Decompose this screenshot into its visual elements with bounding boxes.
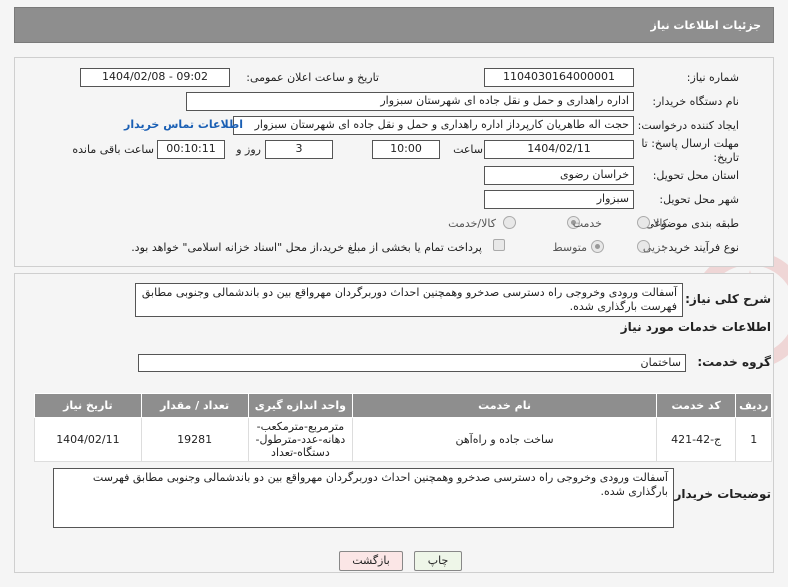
cell-index: 1 [735,417,772,462]
table-row: 1 ج-42-421 ساخت جاده و راه‌آهن مترمربع-م… [34,417,772,462]
col-date: تاریخ نیاز [34,393,142,418]
province-field: خراسان رضوی [484,166,634,185]
summary-label: شرح کلی نیاز: [685,292,771,306]
page-title: جزئیات اطلاعات نیاز [650,19,762,32]
buyer-org-field: اداره راهداری و حمل و نقل جاده ای شهرستا… [186,92,634,111]
col-qty: تعداد / مقدار [140,393,249,418]
days-label: روز و [236,143,261,156]
category-radio-goods[interactable] [637,216,650,229]
need-number-field: 1104030164000001 [484,68,634,87]
col-index: ردیف [735,393,772,418]
announce-date-field: 1404/02/08 - 09:02 [80,68,230,87]
category-radio-goods-service[interactable] [503,216,516,229]
col-code: کد خدمت [655,393,737,418]
deadline-label-date: تاریخ: [713,151,739,164]
need-info-panel [14,57,774,267]
services-section-title: اطلاعات خدمات مورد نیاز [620,320,771,334]
category-option-goods: کالا [653,217,668,230]
buyer-org-label: نام دستگاه خریدار: [652,95,739,108]
service-group-field: ساختمان [138,354,686,372]
cell-unit: مترمربع-مترمکعب-دهانه-عدد-مترطول-دستگاه-… [247,417,354,462]
days-remaining-field: 3 [265,140,333,159]
process-option-medium: متوسط [552,241,587,254]
creator-field: حجت اله طاهریان کارپرداز اداره راهداری و… [233,116,634,135]
col-name: نام خدمت [352,393,657,418]
cell-date: 1404/02/11 [34,417,142,462]
page-header: جزئیات اطلاعات نیاز [14,7,774,43]
cell-name: ساخت جاده و راه‌آهن [352,417,657,462]
deadline-label: مهلت ارسال پاسخ: تا [641,137,739,150]
category-option-service: خدمت [572,217,602,230]
treasury-payment-checkbox[interactable] [493,239,505,251]
print-button[interactable]: چاپ [414,551,462,571]
need-number-label: شماره نیاز: [686,71,739,84]
category-option-goods-service: کالا/خدمت [448,217,496,230]
treasury-payment-note: پرداخت تمام یا بخشی از مبلغ خرید،از محل … [131,241,482,254]
announce-date-label: تاریخ و ساعت اعلان عمومی: [246,71,379,84]
col-unit: واحد اندازه گیری [247,393,354,418]
creator-label: ایجاد کننده درخواست: [637,119,739,132]
remaining-time-label: ساعت باقی مانده [72,143,154,156]
services-table: ردیف کد خدمت نام خدمت واحد اندازه گیری ت… [34,393,772,462]
process-radio-medium[interactable] [591,240,604,253]
deadline-time-field: 10:00 [372,140,440,159]
city-field: سبزوار [484,190,634,209]
cell-qty: 19281 [140,417,249,462]
remaining-time-field: 00:10:11 [157,140,225,159]
deadline-date-field: 1404/02/11 [484,140,634,159]
buyer-contact-link[interactable]: اطلاعات تماس خریدار [124,118,243,131]
cell-code: ج-42-421 [655,417,737,462]
service-group-label: گروه خدمت: [697,355,771,369]
city-label: شهر محل تحویل: [659,193,739,206]
table-header-row: ردیف کد خدمت نام خدمت واحد اندازه گیری ت… [34,393,772,418]
province-label: استان محل تحویل: [652,169,739,182]
buyer-notes-label: توضیحات خریدار: [669,487,771,501]
process-option-minor: جزیی [642,241,668,254]
summary-text: آسفالت ورودی وخروجی راه دسترسی صدخرو وهم… [135,283,683,317]
deadline-time-label: ساعت [453,143,483,156]
buyer-notes-text: آسفالت ورودی وخروجی راه دسترسی صدخرو وهم… [53,468,674,528]
process-type-label: نوع فرآیند خرید : [661,241,739,254]
back-button[interactable]: بازگشت [339,551,403,571]
